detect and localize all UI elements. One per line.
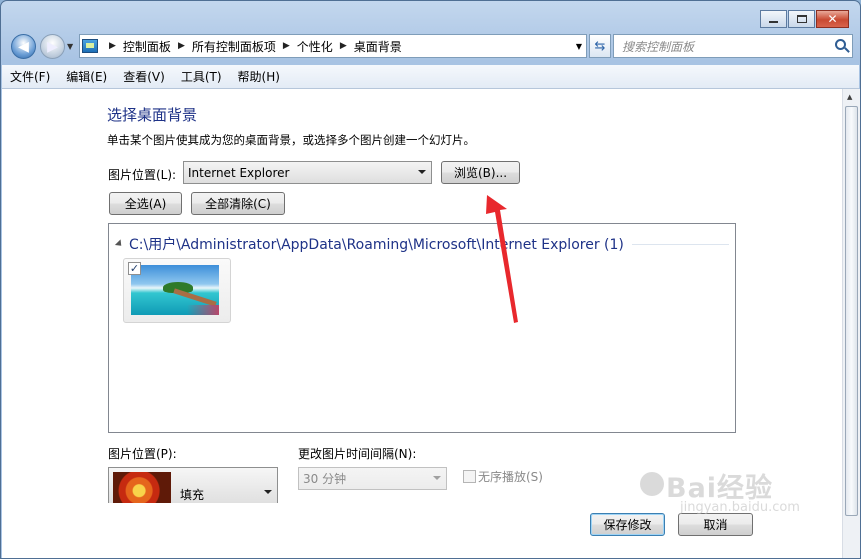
select-all-button[interactable]: 全选(A) xyxy=(109,192,182,215)
breadcrumb: 控制面板 ▶ 所有控制面板项 ▶ 个性化 ▶ 桌面背景 xyxy=(123,38,402,55)
chevron-down-icon xyxy=(418,170,426,174)
navigation-bar: ◀ ▶ ▼ ▶ 控制面板 ▶ 所有控制面板项 ▶ 个性化 ▶ 桌面背景 ▼ ⇆ … xyxy=(9,33,853,61)
minimize-icon xyxy=(769,21,778,23)
maximize-button[interactable] xyxy=(788,10,815,28)
interval-select[interactable]: 30 分钟 xyxy=(298,467,447,490)
menu-help[interactable]: 帮助(H) xyxy=(238,68,280,85)
browse-button[interactable]: 浏览(B)... xyxy=(441,161,520,184)
recent-pages-dropdown[interactable]: ▼ xyxy=(67,42,73,51)
search-icon[interactable] xyxy=(835,39,846,50)
clear-all-button[interactable]: 全部清除(C) xyxy=(191,192,285,215)
scroll-up-icon[interactable]: ▲ xyxy=(847,93,852,101)
pier-shape xyxy=(173,288,217,307)
wallpaper-checkbox[interactable]: ✓ xyxy=(128,262,141,275)
scrollbar-thumb[interactable] xyxy=(845,106,858,516)
page-description: 单击某个图片使其成为您的桌面背景，或选择多个图片创建一个幻灯片。 xyxy=(107,133,475,147)
breadcrumb-separator-icon[interactable]: ▶ xyxy=(340,41,347,51)
refresh-button[interactable]: ⇆ xyxy=(589,34,611,58)
back-button[interactable]: ◀ xyxy=(11,34,36,59)
shuffle-label: 无序播放(S) xyxy=(478,470,543,484)
picture-location-label: 图片位置(L): xyxy=(108,168,177,182)
collapse-arrow-icon[interactable] xyxy=(114,239,125,249)
menu-file[interactable]: 文件(F) xyxy=(10,68,50,85)
caption-buttons: ✕ xyxy=(760,10,849,28)
menu-tools[interactable]: 工具(T) xyxy=(181,68,222,85)
back-arrow-icon: ◀ xyxy=(18,38,29,55)
close-button[interactable]: ✕ xyxy=(816,10,849,28)
position-value: 填充 xyxy=(180,488,205,502)
address-bar[interactable]: ▶ 控制面板 ▶ 所有控制面板项 ▶ 个性化 ▶ 桌面背景 ▼ xyxy=(79,34,587,58)
breadcrumb-separator-icon[interactable]: ▶ xyxy=(109,41,116,51)
breadcrumb-item-all-items[interactable]: 所有控制面板项 xyxy=(192,38,276,55)
position-select[interactable]: 填充 xyxy=(108,467,278,503)
control-panel-icon xyxy=(82,39,98,53)
menu-bar: 文件(F) 编辑(E) 查看(V) 工具(T) 帮助(H) xyxy=(2,65,859,89)
beach-thumbnail xyxy=(131,265,219,315)
fill-preview-image xyxy=(113,472,171,503)
baidu-paw-logo xyxy=(640,472,664,496)
group-header[interactable]: C:\用户\Administrator\AppData\Roaming\Micr… xyxy=(114,234,729,254)
interval-label: 更改图片时间间隔(N): xyxy=(298,447,417,461)
breadcrumb-item-desktop-background[interactable]: 桌面背景 xyxy=(354,38,402,55)
picture-location-select[interactable]: Internet Explorer xyxy=(183,161,432,184)
group-header-path: C:\用户\Administrator\AppData\Roaming\Micr… xyxy=(129,237,624,253)
search-placeholder: 搜索控制面板 xyxy=(622,39,695,54)
shuffle-checkbox[interactable] xyxy=(463,470,476,483)
maximize-icon xyxy=(796,15,807,23)
wallpaper-tile[interactable]: ✓ xyxy=(123,258,231,323)
forward-arrow-icon: ▶ xyxy=(47,38,58,55)
breadcrumb-separator-icon[interactable]: ▶ xyxy=(178,41,185,51)
watermark-url: jingyan.baidu.com xyxy=(680,500,800,515)
vertical-scrollbar[interactable]: ▲ xyxy=(842,89,860,558)
group-divider xyxy=(631,243,729,245)
search-input[interactable]: 搜索控制面板 xyxy=(613,34,853,58)
wallpaper-gallery: C:\用户\Administrator\AppData\Roaming\Micr… xyxy=(108,223,736,433)
forward-button[interactable]: ▶ xyxy=(40,34,65,59)
close-icon: ✕ xyxy=(827,12,838,26)
menu-edit[interactable]: 编辑(E) xyxy=(66,68,107,85)
baidu-watermark: Bai经验 jingyan.baidu.com xyxy=(640,466,840,526)
breadcrumb-separator-icon[interactable]: ▶ xyxy=(283,41,290,51)
interval-value: 30 分钟 xyxy=(303,472,347,486)
chevron-down-icon xyxy=(264,490,272,494)
refresh-icon: ⇆ xyxy=(594,38,606,54)
breadcrumb-item-control-panel[interactable]: 控制面板 xyxy=(123,38,171,55)
minimize-button[interactable] xyxy=(760,10,787,28)
address-dropdown-icon[interactable]: ▼ xyxy=(576,42,582,51)
breadcrumb-item-personalization[interactable]: 个性化 xyxy=(297,38,333,55)
picture-location-value: Internet Explorer xyxy=(188,165,290,180)
page-title: 选择桌面背景 xyxy=(107,106,198,124)
thumbnail-shading xyxy=(187,305,219,315)
chevron-down-icon xyxy=(433,476,441,480)
menu-view[interactable]: 查看(V) xyxy=(123,68,165,85)
position-label: 图片位置(P): xyxy=(108,447,177,461)
